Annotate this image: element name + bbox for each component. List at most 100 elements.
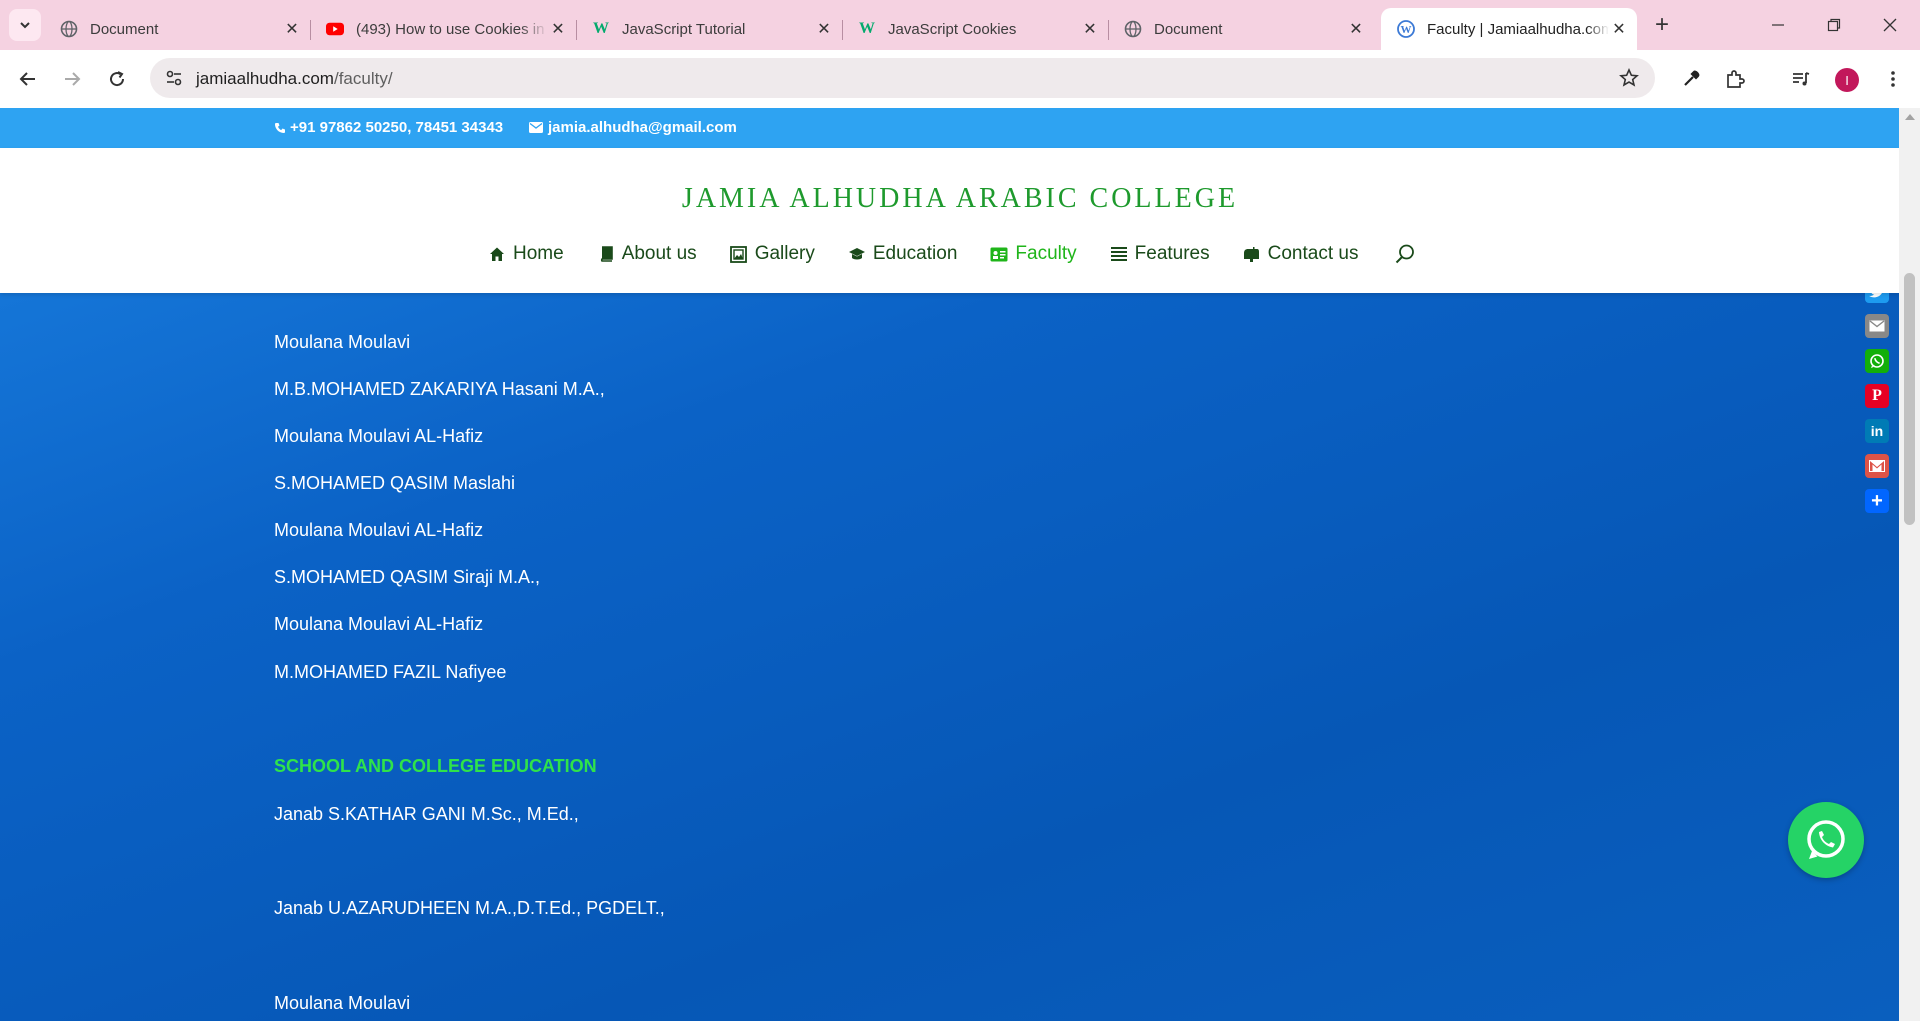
tab-document-2[interactable]: Document ✕ [1108, 8, 1374, 50]
whatsapp-share-button[interactable] [1865, 349, 1889, 373]
page-scrollbar[interactable] [1899, 108, 1920, 1021]
tab-title: (493) How to use Cookies in [356, 20, 545, 38]
restore-button[interactable] [1806, 0, 1862, 50]
new-tab-button[interactable]: + [1648, 11, 1676, 39]
phone-text: +91 97862 50250, 78451 34343 [290, 119, 504, 136]
envelope-icon [529, 122, 543, 133]
close-icon[interactable]: ✕ [548, 19, 568, 39]
faculty-line: Moulana Moulavi [274, 332, 411, 352]
eyedropper-extension-button[interactable] [1675, 63, 1707, 95]
faculty-line: S.MOHAMED QASIM Maslahi [274, 473, 516, 493]
list-icon [1110, 245, 1128, 263]
eyedropper-icon [1684, 70, 1700, 86]
arrow-left-icon [19, 72, 35, 86]
faculty-line: Moulana Moulavi [274, 993, 411, 1013]
address-bar[interactable]: jamiaalhudha.com/faculty/ [150, 58, 1655, 98]
w3schools-icon: W [859, 20, 875, 37]
nav-item-contact-us[interactable]: Contact us [1243, 243, 1358, 265]
mailbox-icon [1243, 245, 1261, 263]
tab-javascript-cookies[interactable]: W JavaScript Cookies ✕ [842, 8, 1109, 50]
wordpress-icon: W [1397, 20, 1415, 38]
profile-avatar[interactable]: I [1835, 68, 1859, 92]
pinterest-share-button[interactable]: P [1865, 384, 1889, 408]
globe-icon [1124, 20, 1142, 38]
nav-item-features[interactable]: Features [1110, 243, 1210, 265]
tab-title: JavaScript Cookies [888, 20, 1017, 38]
site-info-button[interactable] [158, 62, 190, 94]
scrollbar-thumb[interactable] [1904, 273, 1915, 525]
reload-button[interactable] [101, 63, 133, 95]
url-path: /faculty/ [333, 69, 393, 88]
phone-info: +91 97862 50250, 78451 34343 [274, 119, 503, 136]
tab-title: Document [90, 20, 159, 38]
close-icon[interactable]: ✕ [1609, 19, 1629, 39]
faculty-line: Moulana Moulavi AL-Hafiz [274, 520, 484, 540]
more-share-button[interactable]: + [1865, 489, 1889, 513]
id-card-icon [990, 245, 1008, 263]
book-icon [597, 245, 615, 263]
tab-javascript-tutorial[interactable]: W JavaScript Tutorial ✕ [576, 8, 843, 50]
page-viewport: Moulana Moulavi M.B.MOHAMED ZAKARIYA Has… [0, 108, 1899, 1021]
linkedin-share-button[interactable]: in [1865, 419, 1889, 443]
faculty-line: S.MOHAMED QASIM Siraji M.A., [274, 567, 541, 587]
gmail-icon [1869, 460, 1885, 472]
nav-item-about-us[interactable]: About us [597, 243, 697, 265]
faculty-line: M.B.MOHAMED ZAKARIYA Hasani M.A., [274, 379, 605, 399]
linkedin-icon: in [1870, 423, 1884, 439]
home-icon [488, 245, 506, 263]
nav-label: Gallery [754, 243, 815, 264]
tab-document-1[interactable]: Document ✕ [44, 8, 311, 50]
minimize-button[interactable] [1750, 0, 1806, 50]
media-controls-button[interactable] [1785, 63, 1817, 95]
tab-title: Document [1154, 20, 1223, 38]
nav-item-faculty[interactable]: Faculty [990, 243, 1077, 265]
tune-icon [166, 70, 182, 86]
browser-menu-button[interactable] [1877, 63, 1909, 95]
close-icon[interactable]: ✕ [1080, 19, 1100, 39]
nav-item-education[interactable]: Education [848, 243, 958, 265]
nav-label: Faculty [1015, 243, 1077, 264]
faculty-line: Janab U.AZARUDHEEN M.A.,D.T.Ed., PGDELT.… [274, 898, 665, 918]
nav-label: Home [513, 243, 564, 264]
gmail-share-button[interactable] [1865, 454, 1889, 478]
arrow-right-icon [65, 72, 81, 86]
site-search-button[interactable] [1393, 242, 1417, 266]
faculty-content: Moulana Moulavi M.B.MOHAMED ZAKARIYA Has… [0, 108, 1899, 1021]
window-close-button[interactable] [1862, 0, 1918, 50]
scroll-up-arrow[interactable] [1905, 114, 1915, 120]
site-logo[interactable]: JAMIA ALHUDHA ARABIC COLLEGE [0, 183, 1899, 215]
w3schools-icon: W [593, 20, 609, 37]
nav-label: Education [872, 243, 958, 264]
faculty-line: Moulana Moulavi AL-Hafiz [274, 614, 484, 634]
forward-button[interactable] [56, 63, 88, 95]
pinterest-icon: P [1872, 387, 1882, 404]
extensions-button[interactable] [1719, 63, 1751, 95]
tab-youtube[interactable]: (493) How to use Cookies in ✕ [310, 8, 577, 50]
contact-bar: +91 97862 50250, 78451 34343 jamia.alhud… [0, 108, 1899, 148]
tab-faculty[interactable]: W Faculty | Jamiaalhudha.com ✕ [1381, 8, 1637, 50]
search-icon [1396, 244, 1415, 264]
close-icon[interactable]: ✕ [282, 19, 302, 39]
faculty-line: Janab S.KATHAR GANI M.Sc., M.Ed., [274, 804, 579, 824]
tab-search-button[interactable] [9, 9, 41, 41]
svg-text:W: W [1401, 24, 1412, 36]
nav-item-gallery[interactable]: Gallery [730, 243, 815, 265]
close-icon[interactable]: ✕ [814, 19, 834, 39]
whatsapp-chat-button[interactable] [1788, 802, 1864, 878]
chevron-down-icon [20, 22, 30, 29]
email-share-button[interactable] [1865, 314, 1889, 338]
star-icon [1619, 68, 1639, 87]
close-icon[interactable]: ✕ [1346, 19, 1366, 39]
bookmark-button[interactable] [1613, 62, 1645, 94]
nav-item-home[interactable]: Home [488, 243, 564, 265]
browser-toolbar: jamiaalhudha.com/faculty/ I [0, 50, 1920, 109]
email-info[interactable]: jamia.alhudha@gmail.com [529, 119, 737, 136]
url-text[interactable]: jamiaalhudha.com/faculty/ [196, 69, 393, 89]
more-vert-icon [1891, 71, 1895, 87]
site-header: JAMIA ALHUDHA ARABIC COLLEGE Home About … [0, 148, 1899, 293]
restore-icon [1827, 18, 1841, 32]
back-button[interactable] [12, 63, 44, 95]
gallery-icon [730, 245, 748, 263]
whatsapp-icon [1870, 354, 1884, 368]
whatsapp-icon [1807, 820, 1845, 859]
